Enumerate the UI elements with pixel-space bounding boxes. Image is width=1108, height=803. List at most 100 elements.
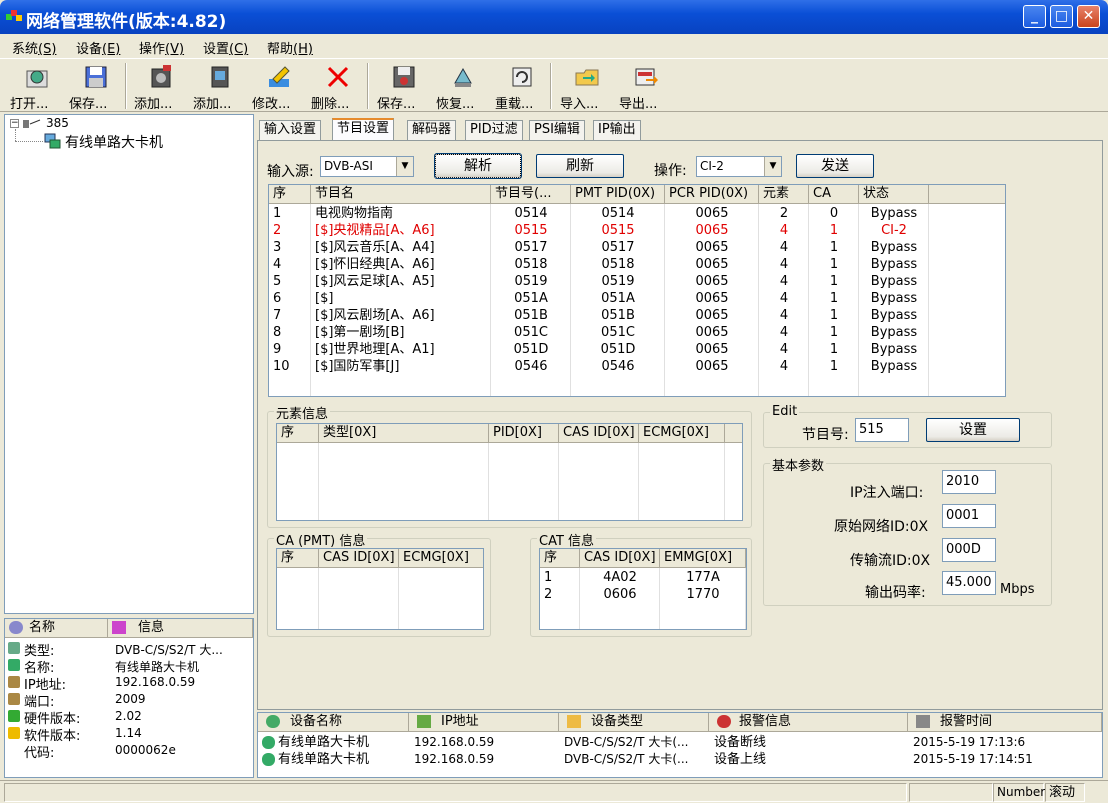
column-header[interactable]: PMT PID(0X) [571,185,665,204]
output-rate-input[interactable]: 45.000 [942,571,996,595]
column-header[interactable]: ECMG[0X] [639,424,725,443]
column-header[interactable]: CAS ID[0X] [559,424,639,443]
program-row[interactable]: 1 电视购物指南 0514 0514 0065 2 0 Bypass [269,205,1005,222]
table-cell: 0518 [601,257,635,272]
column-header[interactable]: 状态 [859,185,929,204]
cat-row[interactable]: 1 4A02 177A [540,569,746,586]
tab-decoder[interactable]: 解码器 [407,120,457,140]
menu-help[interactable]: 帮助(H) [267,38,313,57]
program-row[interactable]: 9 [$]世界地理[A、A1] 051D 051D 0065 4 1 Bypass [269,341,1005,358]
menu-operate[interactable]: 操作(V) [139,38,184,57]
minimize-button[interactable]: _ [1023,5,1046,28]
network-id-input[interactable]: 0001 [942,504,996,528]
save-config-button[interactable]: 保存... [373,61,431,112]
toolbar-separator [367,63,369,109]
cat-table[interactable]: 序 CAS ID[0X] EMMG[0X] 1 4A02 177A 2 0606 1770 [539,548,747,630]
cat-row[interactable]: 2 0606 1770 [540,586,746,603]
modify-button[interactable]: 修改... [248,61,306,112]
ca-pmt-title: CA (PMT) 信息 [274,530,368,549]
column-header[interactable]: PID[0X] [489,424,559,443]
delete-button[interactable]: 删除... [307,61,365,112]
maximize-button[interactable]: □ [1050,5,1073,28]
tab-psi-edit[interactable]: PSI编辑 [529,120,585,140]
operation-select[interactable]: CI-2 ▼ [696,156,782,177]
column-header[interactable]: 类型[0X] [319,424,489,443]
program-row[interactable]: 4 [$]怀旧经典[A、A6] 0518 0518 0065 4 1 Bypass [269,256,1005,273]
ca-pmt-table[interactable]: 序 CAS ID[0X] ECMG[0X] [276,548,484,630]
program-row[interactable]: 2 [$]央视精品[A、A6] 0515 0515 0065 4 1 CI-2 [269,222,1005,239]
input-source-select[interactable]: DVB-ASI ▼ [320,156,414,177]
column-header[interactable]: 元素 [759,185,809,204]
table-cell: 0515 [514,223,548,238]
reload-button[interactable]: 重载... [491,61,549,112]
table-cell: 4 [779,342,789,357]
program-row[interactable]: 3 [$]风云音乐[A、A4] 0517 0517 0065 4 1 Bypass [269,239,1005,256]
column-header[interactable]: ECMG[0X] [399,549,483,568]
close-button[interactable]: ✕ [1077,5,1100,28]
column-header[interactable]: CA [809,185,859,204]
tree-device-item[interactable]: 有线单路大卡机 [65,132,163,152]
tab-input-settings[interactable]: 输入设置 [259,120,322,140]
open-button[interactable]: 打开... [6,61,64,112]
send-button[interactable]: 发送 [796,154,874,178]
alarm-row[interactable]: 有线单路大卡机 192.168.0.59 DVB-C/S/S2/T 大卡(... 设备… [258,751,1102,768]
program-table[interactable]: 序节目名 节目号(... PMT PID(0X) PCR PID(0X) 元素 CA 状态 … [268,184,1006,397]
alarm-header-device-name[interactable]: 设备名称 [258,713,409,732]
alarm-header-info[interactable]: 报警信息 [709,713,908,732]
export-button[interactable]: 导出... [615,61,673,112]
column-header[interactable]: 序 [277,424,319,443]
program-row[interactable]: 8 [$]第一剧场[B] 051C 051C 0065 4 1 Bypass [269,324,1005,341]
column-header[interactable]: 序 [540,549,580,568]
info-header-name[interactable]: 名称 [5,619,108,638]
tab-program-settings[interactable]: 节目设置 [332,118,395,141]
column-header[interactable]: CAS ID[0X] [580,549,660,568]
info-header-info[interactable]: 信息 [108,619,253,638]
refresh-button[interactable]: 刷新 [536,154,624,178]
add-group-button[interactable]: 添加... [189,61,247,112]
tab-pid-filter[interactable]: PID过滤 [465,120,523,140]
tree-collapse-toggle[interactable]: − [10,119,19,128]
alarm-row[interactable]: 有线单路大卡机 192.168.0.59 DVB-C/S/S2/T 大卡(... 设备… [258,734,1102,751]
program-row[interactable]: 7 [$]风云剧场[A、A6] 051B 051B 0065 4 1 Bypass [269,307,1005,324]
menu-settings[interactable]: 设置(C) [203,38,248,57]
set-button[interactable]: 设置 [926,418,1020,442]
tab-ip-output[interactable]: IP输出 [593,120,641,140]
program-number-input[interactable]: 515 [855,418,909,442]
column-header[interactable]: 序 [277,549,319,568]
table-cell: Bypass [870,240,918,255]
alarm-list[interactable]: 设备名称 IP地址 设备类型 报警信息 报警时间 有线单路大卡机 192.168.… [257,712,1103,778]
table-cell: 0514 [601,206,635,221]
table-cell: 4 [779,325,789,340]
column-header[interactable]: 节目号(... [491,185,571,204]
table-cell: 4 [779,274,789,289]
ip-port-input[interactable]: 2010 [942,470,996,494]
parse-button[interactable]: 解析 [434,153,522,179]
program-row[interactable]: 10 [$]国防军事[J] 0546 0546 0065 4 1 Bypass [269,358,1005,375]
column-header[interactable]: 序 [269,185,311,204]
alarm-header-ip[interactable]: IP地址 [409,713,559,732]
table-cell: 0065 [695,274,729,289]
alarm-icon [717,715,731,728]
table-cell: 051A [601,291,635,306]
restore-button[interactable]: 恢复... [432,61,490,112]
program-row[interactable]: 5 [$]风云足球[A、A5] 0519 0519 0065 4 1 Bypass [269,273,1005,290]
basic-params-title: 基本参数 [770,455,827,474]
ts-id-input[interactable]: 000D [942,538,996,562]
alarm-header-time[interactable]: 报警时间 [908,713,1102,732]
import-button[interactable]: 导入... [556,61,614,112]
status-pane-blank [909,783,993,802]
add-device-button[interactable]: 添加... [130,61,188,112]
menu-device[interactable]: 设备(E) [76,38,120,57]
save-button[interactable]: 保存... [65,61,123,112]
column-header[interactable]: EMMG[0X] [660,549,746,568]
element-table[interactable]: 序类型[0X] PID[0X] CAS ID[0X] ECMG[0X] [276,423,743,521]
tree-root-label[interactable]: 385 [46,116,69,130]
alarm-header-type[interactable]: 设备类型 [559,713,709,732]
grid-line [724,443,725,520]
program-row[interactable]: 6 [$] 051A 051A 0065 4 1 Bypass [269,290,1005,307]
column-header[interactable]: PCR PID(0X) [665,185,759,204]
table-cell: 4 [779,308,789,323]
column-header[interactable]: 节目名 [311,185,491,204]
menu-system[interactable]: 系统(S) [12,38,56,57]
column-header[interactable]: CAS ID[0X] [319,549,399,568]
